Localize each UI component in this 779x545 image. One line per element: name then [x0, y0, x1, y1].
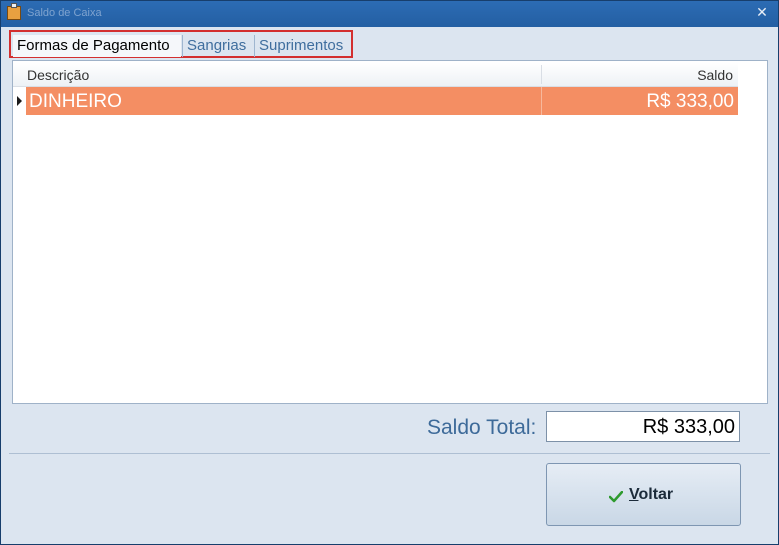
- column-header-descricao[interactable]: Descrição: [27, 67, 89, 83]
- column-divider: [541, 65, 542, 84]
- tab-strip: Formas de Pagamento Sangrias Suprimentos: [9, 30, 353, 58]
- voltar-label: Voltar: [629, 486, 674, 503]
- divider: [9, 453, 770, 454]
- voltar-button[interactable]: Voltar: [546, 463, 741, 526]
- cell-descricao: DINHEIRO: [29, 91, 122, 112]
- tab-sangrias[interactable]: Sangrias: [182, 35, 252, 57]
- saldo-total-value: R$ 333,00: [642, 416, 735, 438]
- saldo-de-caixa-window: Saldo de Caixa ✕ Formas de Pagamento San…: [0, 0, 779, 545]
- column-header-saldo[interactable]: Saldo: [697, 67, 733, 83]
- saldo-total-label: Saldo Total:: [427, 416, 537, 439]
- grid-header: Descrição Saldo: [13, 63, 738, 87]
- saldo-total-field: R$ 333,00: [546, 411, 740, 442]
- cell-divider: [541, 87, 542, 115]
- title-bar[interactable]: Saldo de Caixa ✕: [1, 1, 778, 27]
- app-icon: [7, 3, 21, 20]
- payment-grid[interactable]: Descrição Saldo DINHEIRO R$ 333,00: [12, 60, 768, 404]
- tab-formas-de-pagamento[interactable]: Formas de Pagamento: [13, 35, 181, 57]
- close-icon[interactable]: ✕: [752, 4, 772, 22]
- cell-saldo: R$ 333,00: [646, 91, 734, 112]
- tab-suprimentos[interactable]: Suprimentos: [254, 35, 351, 57]
- table-row[interactable]: DINHEIRO R$ 333,00: [17, 87, 738, 115]
- window-title: Saldo de Caixa: [27, 7, 102, 19]
- check-icon: [609, 491, 623, 503]
- row-indicator-icon: [17, 96, 22, 106]
